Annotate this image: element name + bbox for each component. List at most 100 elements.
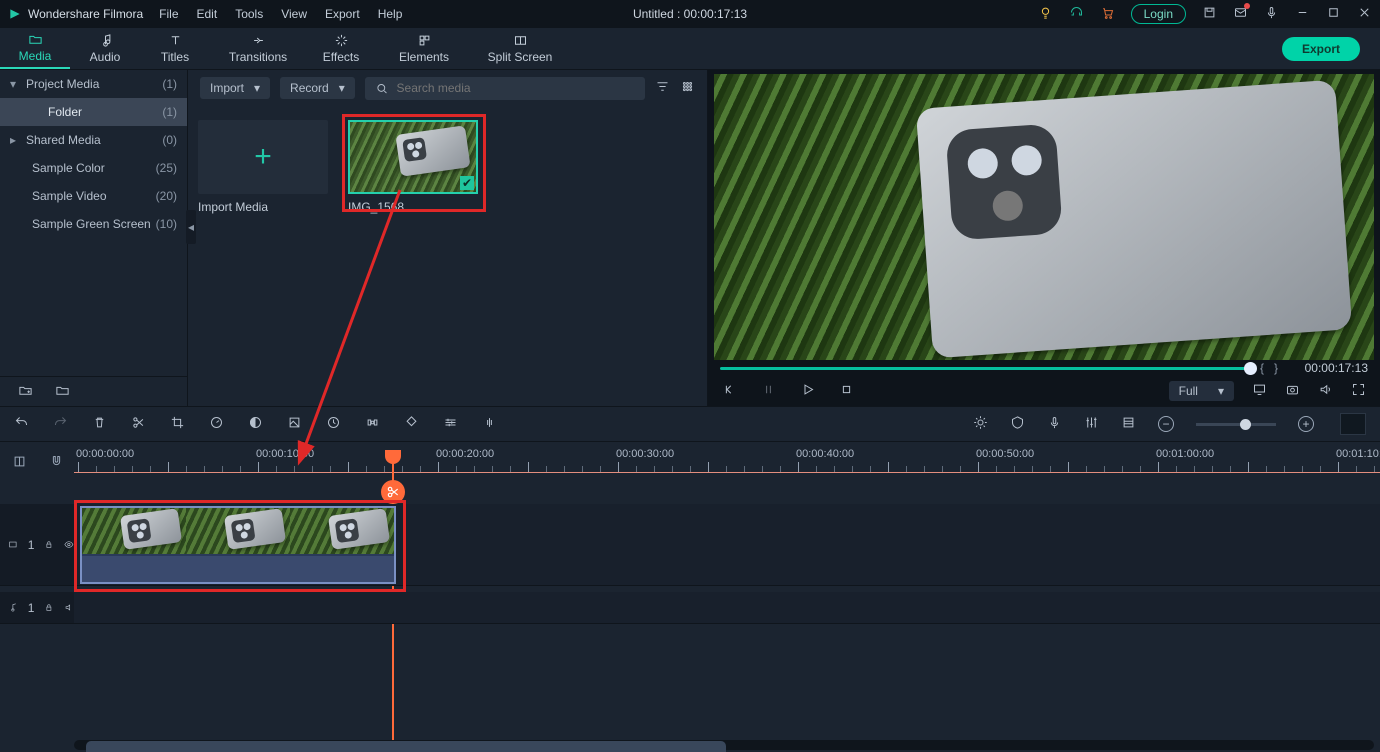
snapshot-icon[interactable] (1285, 382, 1300, 400)
tab-transitions-label: Transitions (229, 50, 287, 64)
grid-view-icon[interactable] (680, 79, 695, 97)
pause-icon[interactable] (761, 382, 776, 400)
tab-media[interactable]: Media (0, 28, 70, 69)
timeline-scrollbar[interactable] (74, 740, 1374, 750)
ruler-label: 00:01:00:00 (1156, 448, 1214, 460)
mute-icon[interactable] (64, 600, 74, 615)
clip-used-badge: ✔ (460, 176, 474, 190)
mark-in-icon[interactable]: { (1260, 361, 1264, 375)
sidebar-project-media[interactable]: ▾Project Media(1) (0, 70, 187, 98)
speed-icon[interactable] (209, 415, 224, 433)
ruler-label: 00:00:10:00 (256, 448, 314, 460)
tab-splitscreen[interactable]: Split Screen (472, 28, 568, 69)
import-media-label: Import Media (198, 200, 328, 214)
lock-icon[interactable] (44, 600, 54, 615)
lock-icon[interactable] (44, 537, 54, 552)
stop-icon[interactable] (839, 382, 854, 400)
prev-frame-icon[interactable] (722, 382, 737, 400)
workspace-tabs: Media Audio Titles Transitions Effects E… (0, 28, 1380, 70)
menu-help[interactable]: Help (378, 7, 403, 21)
greenscreen-icon[interactable] (287, 415, 302, 433)
sidebar-sample-green[interactable]: Sample Green Screen(10) (0, 210, 187, 238)
save-icon[interactable] (1202, 5, 1217, 23)
audio-track-header[interactable]: 1 (0, 592, 74, 624)
render-icon[interactable] (973, 415, 988, 433)
color-icon[interactable] (248, 415, 263, 433)
maximize-icon[interactable] (1326, 5, 1341, 23)
zoom-slider[interactable] (1196, 423, 1276, 426)
support-icon[interactable] (1069, 5, 1084, 23)
sidebar-folder[interactable]: Folder(1) (0, 98, 187, 126)
record-dropdown[interactable]: Record▾ (280, 77, 355, 99)
sidebar-shared-media[interactable]: ▸Shared Media(0) (0, 126, 187, 154)
menu-view[interactable]: View (281, 7, 307, 21)
timeline-ruler[interactable]: // inline generation intentionally avoid… (74, 452, 1380, 482)
preview-viewport[interactable] (714, 74, 1374, 360)
close-icon[interactable] (1357, 5, 1372, 23)
fullscreen-icon[interactable] (1351, 382, 1366, 400)
menu-export[interactable]: Export (325, 7, 360, 21)
import-dropdown[interactable]: Import▾ (200, 77, 270, 99)
audio-sync-icon[interactable] (482, 415, 497, 433)
preview-fit-dropdown[interactable]: Full▾ (1169, 381, 1234, 401)
mixer-icon[interactable] (1084, 415, 1099, 433)
media-clip-card[interactable]: ✔ IMG_1568 (348, 120, 478, 392)
menu-file[interactable]: File (159, 7, 178, 21)
motion-icon[interactable] (365, 415, 380, 433)
play-icon[interactable] (800, 382, 815, 400)
tips-icon[interactable] (1038, 5, 1053, 23)
export-button[interactable]: Export (1282, 37, 1360, 61)
track-manage-icon[interactable] (1121, 415, 1136, 433)
magnet-icon[interactable] (49, 454, 64, 472)
zoom-in-icon[interactable]: + (1298, 416, 1314, 432)
undo-icon[interactable] (14, 415, 29, 433)
filter-icon[interactable] (655, 79, 670, 97)
zoom-fit-icon[interactable] (1340, 413, 1366, 435)
tab-transitions[interactable]: Transitions (210, 28, 306, 69)
adjust-icon[interactable] (443, 415, 458, 433)
video-track-icon (8, 537, 18, 552)
app-name: Wondershare Filmora (28, 7, 143, 21)
crop-icon[interactable] (170, 415, 185, 433)
open-folder-icon[interactable] (55, 383, 70, 401)
ruler-label: 00:00:20:00 (436, 448, 494, 460)
video-track-header[interactable]: 1 (0, 504, 74, 586)
tab-splitscreen-label: Split Screen (488, 50, 553, 64)
marker-icon[interactable] (404, 415, 419, 433)
media-search[interactable] (365, 77, 645, 100)
import-media-card[interactable]: + Import Media (198, 120, 328, 392)
sidebar-sample-color[interactable]: Sample Color(25) (0, 154, 187, 182)
tab-audio[interactable]: Audio (70, 28, 140, 69)
tab-titles[interactable]: Titles (140, 28, 210, 69)
messages-icon[interactable] (1233, 5, 1248, 23)
keyframe-icon[interactable] (326, 415, 341, 433)
menu-tools[interactable]: Tools (235, 7, 263, 21)
mic-icon[interactable] (1264, 5, 1279, 23)
mark-out-icon[interactable]: } (1274, 361, 1278, 375)
clip-thumbnail[interactable]: ✔ (348, 120, 478, 194)
minimize-icon[interactable] (1295, 5, 1310, 23)
safe-zone-icon[interactable] (1010, 415, 1025, 433)
zoom-out-icon[interactable]: − (1158, 416, 1174, 432)
menu-edit[interactable]: Edit (197, 7, 218, 21)
login-button[interactable]: Login (1131, 4, 1186, 24)
redo-icon[interactable] (53, 415, 68, 433)
timeline-clip[interactable]: IMG_1568 (80, 506, 396, 584)
tab-elements[interactable]: Elements (376, 28, 472, 69)
visibility-icon[interactable] (64, 537, 74, 552)
track-expand-icon[interactable] (12, 454, 27, 472)
chevron-down-icon: ▾ (254, 81, 260, 95)
display-icon[interactable] (1252, 382, 1267, 400)
new-folder-icon[interactable] (18, 383, 33, 401)
split-icon[interactable] (131, 415, 146, 433)
sidebar-sample-video[interactable]: Sample Video(20) (0, 182, 187, 210)
volume-icon[interactable] (1318, 382, 1333, 400)
chevron-down-icon: ▾ (339, 81, 345, 95)
preview-scrubber[interactable] (720, 367, 1250, 370)
cart-icon[interactable] (1100, 5, 1115, 23)
search-input[interactable] (397, 81, 635, 95)
delete-icon[interactable] (92, 415, 107, 433)
tab-effects[interactable]: Effects (306, 28, 376, 69)
preview-time: 00:00:17:13 (1288, 361, 1368, 375)
voiceover-icon[interactable] (1047, 415, 1062, 433)
